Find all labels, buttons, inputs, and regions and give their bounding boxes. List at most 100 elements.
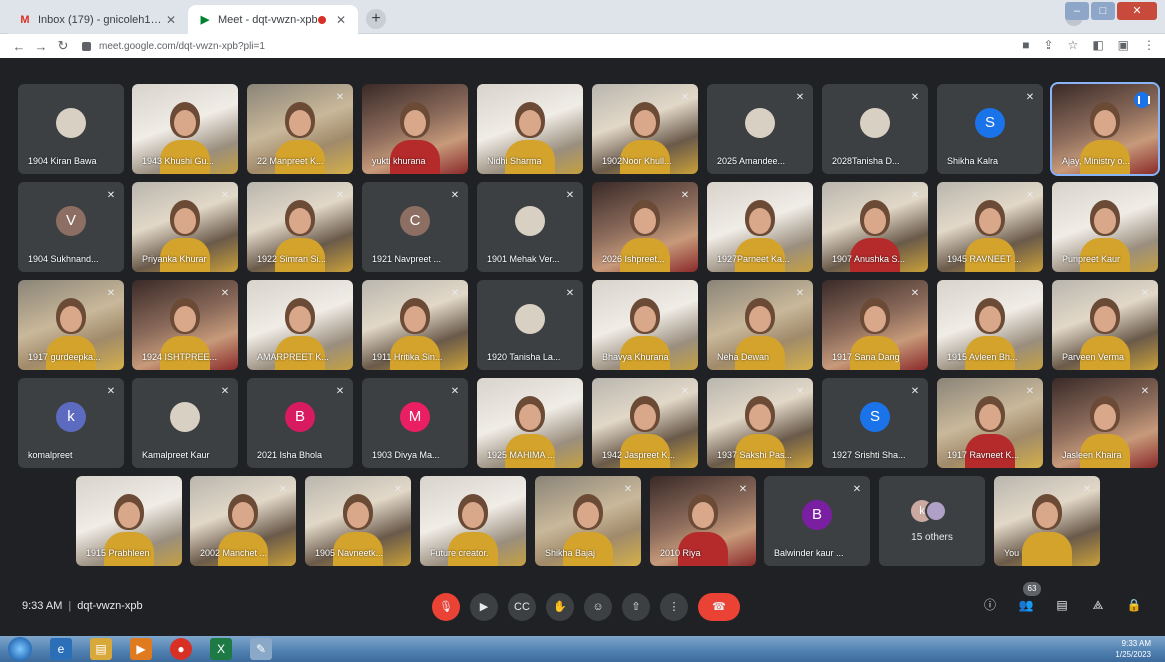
- participant-tile[interactable]: k komalpreet ✕: [18, 378, 124, 468]
- participant-tile[interactable]: Bhavya Khurana ✕: [592, 280, 698, 370]
- info-icon[interactable]: ⓘ: [981, 596, 999, 614]
- chat-icon[interactable]: ▤: [1053, 596, 1071, 614]
- participant-tile[interactable]: 1927Parneet Ka... ✕: [707, 182, 813, 272]
- back-icon[interactable]: ←: [8, 39, 30, 54]
- participant-tile[interactable]: 1917 Sana Dang ✕: [822, 280, 928, 370]
- participant-tile[interactable]: 1924 ISHTPREE... ✕: [132, 280, 238, 370]
- participant-tile[interactable]: Priyanka Khurar ✕: [132, 182, 238, 272]
- others-avatar: [925, 500, 947, 522]
- forward-icon[interactable]: →: [30, 39, 52, 54]
- reload-icon[interactable]: ↻: [52, 38, 74, 54]
- explorer-icon[interactable]: ▤: [90, 638, 112, 660]
- participant-tile[interactable]: Parveen Verma ✕: [1052, 280, 1158, 370]
- close-window-button[interactable]: ✕: [1117, 2, 1157, 20]
- participant-tile[interactable]: 1902Noor Khull... ✕: [592, 84, 698, 174]
- participant-tile[interactable]: You ✕: [994, 476, 1100, 566]
- mic-muted-icon: ✕: [335, 190, 345, 201]
- participant-tile[interactable]: 22 Manpreet K... ✕: [247, 84, 353, 174]
- participant-video-face: [634, 404, 656, 430]
- people-icon[interactable]: 👥 63: [1017, 582, 1041, 614]
- participant-tile[interactable]: S 1927 Srishti Sha... ✕: [822, 378, 928, 468]
- participant-tile[interactable]: Neha Dewan ✕: [707, 280, 813, 370]
- participant-tile[interactable]: 2002 Manchet ... ✕: [190, 476, 296, 566]
- participant-tile[interactable]: 1925 MAHIMA ... ✕: [477, 378, 583, 468]
- extension-icon[interactable]: ▣: [1118, 38, 1129, 52]
- participant-name: 1945 RAVNEET ...: [947, 254, 1022, 264]
- tab-meet[interactable]: ▶ Meet - dqt-vwzn-xpb ✕: [188, 5, 358, 34]
- participant-avatar: S: [860, 402, 890, 432]
- media-player-icon[interactable]: ▶: [130, 638, 152, 660]
- menu-icon[interactable]: ⋮: [1143, 38, 1155, 52]
- sidebar-icon[interactable]: ◧: [1092, 38, 1103, 52]
- participant-name: 1907 Anushka S...: [832, 254, 906, 264]
- participant-tile[interactable]: AMARPREET K... ✕: [247, 280, 353, 370]
- ie-icon[interactable]: e: [50, 638, 72, 660]
- emoji-button[interactable]: ☺: [584, 593, 612, 621]
- mic-muted-icon: ✕: [335, 92, 345, 103]
- participant-tile[interactable]: 1911 Hritika Sin... ✕: [362, 280, 468, 370]
- participant-tile[interactable]: 1937 Sakshi Pas... ✕: [707, 378, 813, 468]
- camera-button[interactable]: ▶: [470, 593, 498, 621]
- present-button[interactable]: ⇧: [622, 593, 650, 621]
- start-button[interactable]: [8, 637, 32, 661]
- paint-icon[interactable]: ✎: [250, 638, 272, 660]
- participant-tile[interactable]: 1917 gurdeepka... ✕: [18, 280, 124, 370]
- participant-tile[interactable]: S Shikha Kalra ✕: [937, 84, 1043, 174]
- participant-tile[interactable]: Nidhi Sharma ✕: [477, 84, 583, 174]
- participant-tile[interactable]: B 2021 Isha Bhola ✕: [247, 378, 353, 468]
- close-icon[interactable]: ✕: [334, 13, 348, 27]
- camera-icon[interactable]: ■: [1022, 38, 1029, 52]
- participant-tile[interactable]: Shikha Bajaj ✕: [535, 476, 641, 566]
- hang-up-button[interactable]: ☎: [698, 593, 740, 621]
- participant-tile[interactable]: Punpreet Kaur: [1052, 182, 1158, 272]
- host-controls-icon[interactable]: 🔒: [1125, 596, 1143, 614]
- participant-tile[interactable]: M 1903 Divya Ma... ✕: [362, 378, 468, 468]
- participant-tile[interactable]: 2025 Amandee... ✕: [707, 84, 813, 174]
- participant-tile[interactable]: yukti khurana: [362, 84, 468, 174]
- star-icon[interactable]: ☆: [1068, 38, 1079, 52]
- participant-tile[interactable]: 2026 Ishpreet... ✕: [592, 182, 698, 272]
- participant-tile[interactable]: 1915 Avleen Bh... ✕: [937, 280, 1043, 370]
- microphone-off-button[interactable]: 🎙: [432, 593, 460, 621]
- taskbar-apps: e ▤ ▶ ● X ✎: [50, 638, 272, 660]
- participant-tile[interactable]: 1904 Kiran Bawa: [18, 84, 124, 174]
- participant-name: 1920 Tanisha La...: [487, 352, 561, 362]
- raise-hand-button[interactable]: ✋: [546, 593, 574, 621]
- participant-tile[interactable]: V 1904 Sukhnand... ✕: [18, 182, 124, 272]
- share-icon[interactable]: ⇪: [1043, 38, 1053, 52]
- participant-tile[interactable]: Jasleen Khaira ✕: [1052, 378, 1158, 468]
- participant-tile[interactable]: k 15 others: [879, 476, 985, 566]
- participant-tile[interactable]: 1905 Navneetk... ✕: [305, 476, 411, 566]
- mic-muted-icon: ✕: [565, 190, 575, 201]
- close-icon[interactable]: ✕: [164, 13, 178, 27]
- participant-tile[interactable]: 1920 Tanisha La... ✕: [477, 280, 583, 370]
- tab-gmail[interactable]: M Inbox (179) - gnicoleh1@gmail ✕: [8, 5, 188, 34]
- participant-tile[interactable]: 1917 Ravneet K... ✕: [937, 378, 1043, 468]
- participant-tile[interactable]: 1907 Anushka S... ✕: [822, 182, 928, 272]
- participant-tile[interactable]: 1943 Khushi Gu... ✕: [132, 84, 238, 174]
- minimize-button[interactable]: –: [1065, 2, 1089, 20]
- address-bar[interactable]: meet.google.com/dqt-vwzn-xpb?pli=1: [82, 41, 265, 52]
- more-options-button[interactable]: ⋮: [660, 593, 688, 621]
- chrome-icon[interactable]: ●: [170, 638, 192, 660]
- captions-button[interactable]: CC: [508, 593, 536, 621]
- lock-icon: [82, 41, 91, 51]
- participant-tile[interactable]: Kamalpreet Kaur ✕: [132, 378, 238, 468]
- participant-tile[interactable]: 1942 Jaspreet K... ✕: [592, 378, 698, 468]
- maximize-button[interactable]: □: [1091, 2, 1115, 20]
- activities-icon[interactable]: ⟁: [1089, 596, 1107, 614]
- participant-tile[interactable]: Ajay, Ministry o...: [1050, 82, 1160, 176]
- excel-icon[interactable]: X: [210, 638, 232, 660]
- participant-name: AMARPREET K...: [257, 352, 329, 362]
- participant-tile[interactable]: 1915 Prabhleen ✕: [76, 476, 182, 566]
- participant-tile[interactable]: 1922 Simran Si... ✕: [247, 182, 353, 272]
- participant-tile[interactable]: Future creator. ✕: [420, 476, 526, 566]
- participant-tile[interactable]: 1945 RAVNEET ... ✕: [937, 182, 1043, 272]
- participant-tile[interactable]: 2010 Riya ✕: [650, 476, 756, 566]
- participant-tile[interactable]: 2028Tanisha D... ✕: [822, 84, 928, 174]
- participant-name: 1917 Sana Dang: [832, 352, 900, 362]
- new-tab-button[interactable]: +: [366, 9, 386, 29]
- participant-tile[interactable]: C 1921 Navpreet ... ✕: [362, 182, 468, 272]
- participant-tile[interactable]: 1901 Mehak Ver... ✕: [477, 182, 583, 272]
- participant-tile[interactable]: B Balwinder kaur ... ✕: [764, 476, 870, 566]
